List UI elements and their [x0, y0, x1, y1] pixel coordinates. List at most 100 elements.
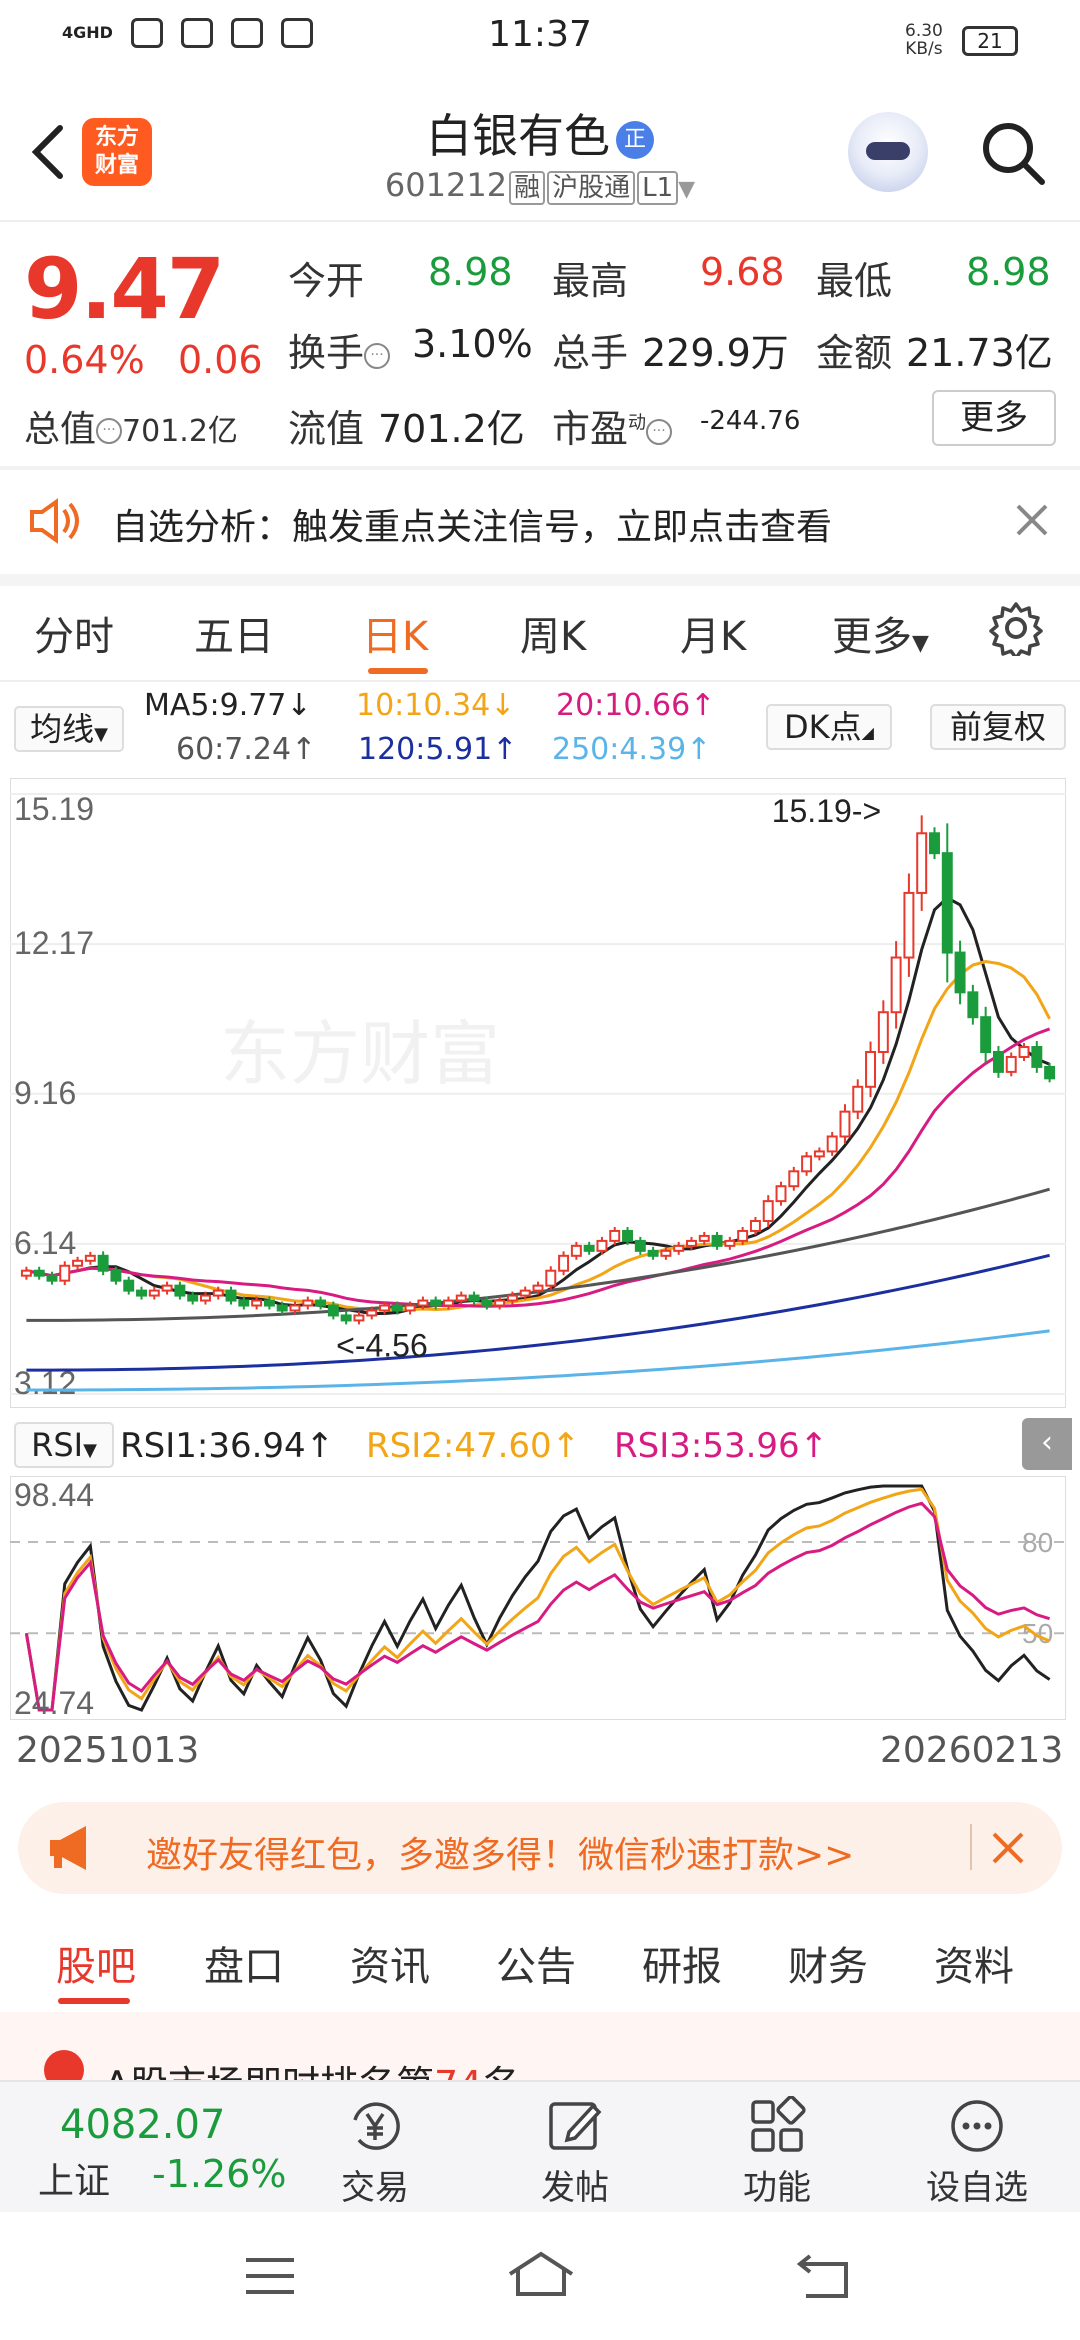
candle[interactable]: [302, 1299, 314, 1307]
candle[interactable]: [442, 1299, 454, 1307]
candle[interactable]: [404, 1304, 416, 1312]
candle[interactable]: [315, 1299, 327, 1307]
candle[interactable]: [634, 1239, 646, 1252]
candle[interactable]: [596, 1239, 608, 1252]
tab-weekly-k[interactable]: 周K: [520, 604, 586, 662]
candle[interactable]: [20, 1269, 32, 1277]
close-icon[interactable]: [988, 1828, 1028, 1868]
candle[interactable]: [506, 1294, 518, 1302]
assistant-avatar[interactable]: [848, 112, 928, 192]
nav-add-watchlist[interactable]: 设自选: [912, 2096, 1042, 2209]
adjust-button[interactable]: 前复权: [930, 704, 1066, 750]
candle[interactable]: [839, 1110, 851, 1138]
rsi-chart[interactable]: 80 50 98.44 24.74: [10, 1476, 1066, 1720]
indicator-selector[interactable]: 均线▼: [14, 706, 124, 752]
candle[interactable]: [954, 951, 966, 994]
candle[interactable]: [1031, 1046, 1043, 1068]
candle[interactable]: [877, 1011, 889, 1053]
menu-icon[interactable]: [244, 2256, 296, 2296]
candle[interactable]: [570, 1244, 582, 1257]
candle[interactable]: [97, 1254, 109, 1272]
candle[interactable]: [110, 1269, 122, 1282]
candle[interactable]: [749, 1220, 761, 1232]
candle[interactable]: [430, 1299, 442, 1307]
candle[interactable]: [33, 1269, 45, 1277]
candle[interactable]: [698, 1234, 710, 1242]
candle[interactable]: [992, 1050, 1004, 1073]
candle[interactable]: [890, 956, 902, 1014]
candle[interactable]: [327, 1304, 339, 1317]
collapse-panel-button[interactable]: ‹: [1022, 1418, 1072, 1470]
tab-intraday[interactable]: 分时: [34, 604, 114, 662]
candle[interactable]: [647, 1249, 659, 1257]
candle[interactable]: [929, 832, 940, 855]
candle[interactable]: [980, 1016, 992, 1053]
ranking-card[interactable]: A股市场即时排名第74名: [0, 2012, 1080, 2082]
candle[interactable]: [225, 1289, 237, 1302]
candle[interactable]: [622, 1229, 634, 1242]
watchlist-alert[interactable]: 自选分析：触发重点关注信号，立即点击查看: [0, 468, 1080, 574]
candle[interactable]: [545, 1269, 557, 1287]
tab-more[interactable]: 更多▼: [832, 604, 929, 662]
candle[interactable]: [660, 1249, 672, 1257]
rsi-selector[interactable]: RSI▼: [14, 1422, 114, 1468]
close-icon[interactable]: [1014, 502, 1050, 538]
tab-daily-k[interactable]: 日K: [362, 604, 428, 662]
candle[interactable]: [148, 1289, 160, 1297]
tab-five-day[interactable]: 五日: [194, 604, 274, 662]
candle[interactable]: [481, 1299, 493, 1307]
candle[interactable]: [826, 1135, 838, 1153]
candle[interactable]: [558, 1254, 570, 1272]
tab-research[interactable]: 研报: [642, 1934, 722, 1992]
candle[interactable]: [673, 1244, 685, 1252]
candle[interactable]: [865, 1050, 877, 1088]
info-icon[interactable]: ···: [96, 418, 123, 444]
candle[interactable]: [46, 1274, 58, 1282]
candle[interactable]: [174, 1284, 186, 1297]
tab-announcements[interactable]: 公告: [496, 1934, 576, 1992]
candle[interactable]: [1044, 1065, 1056, 1080]
candle[interactable]: [1018, 1046, 1030, 1058]
candle[interactable]: [417, 1299, 429, 1307]
candle[interactable]: [583, 1244, 595, 1252]
candle[interactable]: [519, 1289, 531, 1297]
tab-orderbook[interactable]: 盘口: [204, 1934, 284, 1992]
tab-forum[interactable]: 股吧: [56, 1934, 136, 1992]
candle[interactable]: [187, 1294, 199, 1302]
candle[interactable]: [468, 1294, 480, 1302]
candle[interactable]: [276, 1304, 288, 1312]
search-icon[interactable]: [978, 118, 1048, 188]
more-button[interactable]: 更多: [932, 390, 1056, 446]
tab-financials[interactable]: 财务: [788, 1934, 868, 1992]
candle[interactable]: [72, 1259, 84, 1267]
candle[interactable]: [967, 991, 979, 1019]
candle[interactable]: [737, 1229, 749, 1242]
candle[interactable]: [340, 1314, 352, 1322]
kline-chart[interactable]: 15.1912.179.166.143.12 东方财富 15.19-><-4.5…: [10, 778, 1066, 1408]
candle[interactable]: [391, 1304, 403, 1312]
candle[interactable]: [238, 1299, 250, 1307]
candle[interactable]: [1005, 1055, 1017, 1073]
candle[interactable]: [353, 1314, 365, 1322]
candle[interactable]: [59, 1264, 71, 1282]
dk-point-button[interactable]: DK点◢: [766, 704, 892, 750]
candle[interactable]: [263, 1299, 275, 1307]
candle[interactable]: [801, 1155, 813, 1173]
chevron-down-icon[interactable]: ▼: [678, 177, 695, 202]
candle[interactable]: [711, 1234, 723, 1247]
tab-news[interactable]: 资讯: [350, 1934, 430, 1992]
candle[interactable]: [686, 1239, 697, 1247]
candle[interactable]: [379, 1304, 390, 1312]
info-icon[interactable]: ···: [364, 342, 391, 369]
candle[interactable]: [84, 1254, 96, 1262]
gear-icon[interactable]: [988, 600, 1044, 656]
candle[interactable]: [251, 1299, 263, 1307]
candle[interactable]: [136, 1289, 147, 1297]
tag-level[interactable]: L1: [637, 171, 679, 205]
candle[interactable]: [161, 1284, 173, 1292]
candle[interactable]: [289, 1304, 301, 1312]
info-icon[interactable]: ···: [646, 418, 673, 445]
invite-banner[interactable]: 邀好友得红包，多邀多得！微信秒速打款>>: [18, 1802, 1062, 1894]
candle[interactable]: [366, 1309, 378, 1317]
candle[interactable]: [455, 1294, 467, 1302]
